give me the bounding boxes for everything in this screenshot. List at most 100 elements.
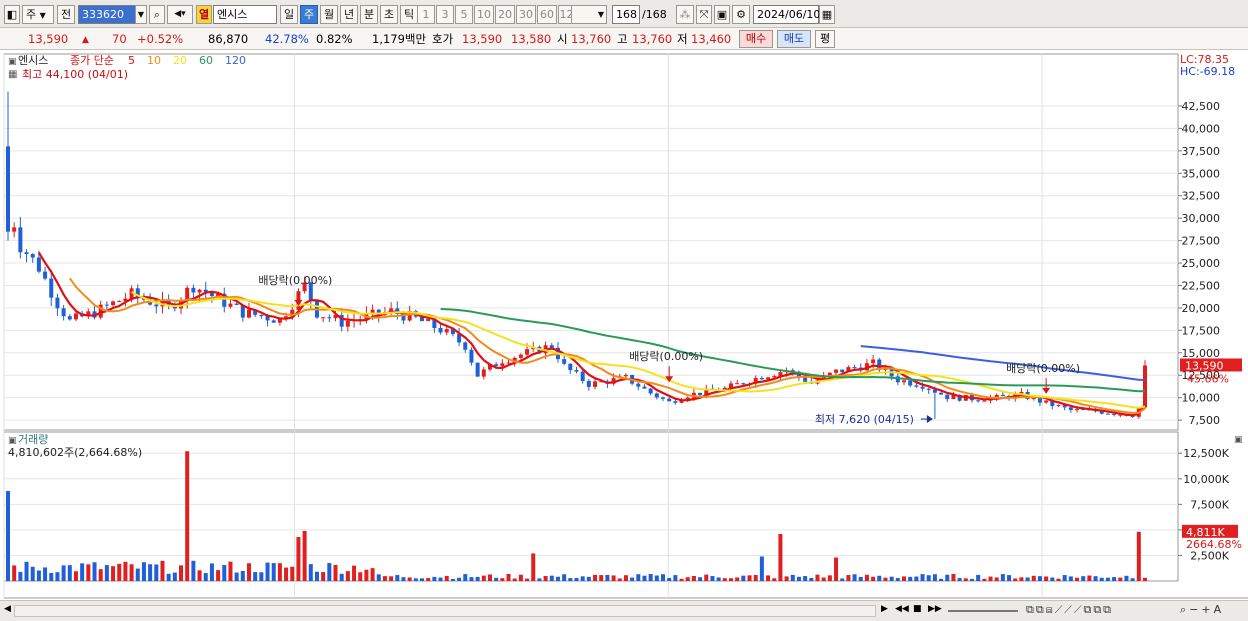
low-price: 13,460 [691, 32, 732, 46]
volume-bar [1112, 577, 1117, 581]
volume-bar [1143, 577, 1147, 581]
volume-bar [969, 578, 974, 581]
volume-bar [809, 578, 814, 581]
chart-grid: 42,500 40,000 37,500 35,000 32,500 30,000 27,5… [3, 53, 1248, 614]
volume-panel-frame [3, 431, 1179, 582]
dividend-label: 배당락(0.00%) [1006, 362, 1080, 375]
interval-button-5[interactable]: 5 [455, 5, 473, 24]
sell-button[interactable]: 매도 [777, 30, 811, 48]
candle-body [463, 342, 468, 350]
period-tab-3[interactable]: 년 [340, 5, 358, 24]
favorite-button[interactable]: 열 [196, 5, 212, 24]
candle-body [827, 372, 832, 376]
candle-body [197, 289, 202, 293]
calendar-icon[interactable]: ▦ [819, 5, 835, 24]
zoom-slider[interactable] [948, 610, 1018, 612]
window-icon[interactable]: ◧ [4, 5, 20, 24]
volume-bar [314, 571, 319, 581]
link-icon[interactable]: ⁂ [676, 5, 694, 24]
candle-body [12, 227, 17, 232]
candle-body [1112, 413, 1117, 415]
volume-bar [475, 576, 480, 581]
rewind-icon[interactable]: ◀◀ [895, 604, 909, 614]
scroll-right-icon[interactable]: ▶ [881, 604, 888, 614]
stock-name-field[interactable]: 엔시스 [213, 5, 277, 24]
volume-bar [36, 570, 41, 581]
scroll-left-icon[interactable]: ◀ [4, 604, 11, 614]
horizontal-scrollbar[interactable] [14, 605, 876, 617]
stock-code-input[interactable]: 333620 [78, 5, 136, 24]
up-arrow-icon: ▲ [82, 35, 89, 45]
candle-body [73, 313, 78, 320]
interval-button-20[interactable]: 20 [495, 5, 515, 24]
period-tab-4[interactable]: 분 [360, 5, 378, 24]
candle-body [475, 362, 480, 377]
volume-bar [1013, 578, 1018, 581]
buy-button[interactable]: 매수 [739, 30, 773, 48]
volume-bar [691, 575, 696, 581]
candle-body [246, 309, 251, 318]
stock-chart[interactable]: 42,500 40,000 37,500 35,000 32,500 30,000 27,5… [0, 50, 1248, 621]
period-tab-0[interactable]: 일 [280, 5, 298, 24]
volume-bar [1081, 576, 1086, 581]
period-tab-5[interactable]: 초 [380, 5, 398, 24]
volume-bar [389, 576, 394, 581]
chart-type-select[interactable]: 주 ▼ [22, 5, 54, 24]
candle-body [593, 381, 598, 387]
volume-bar [512, 578, 517, 581]
volume-bar [73, 571, 78, 581]
volume-bar [710, 576, 715, 581]
volume-bar [30, 566, 35, 581]
volume-bar [457, 577, 462, 581]
period-tab-2[interactable]: 월 [320, 5, 338, 24]
candle-body [1143, 365, 1147, 408]
volume-bar [617, 578, 622, 581]
zoom-tools-icon[interactable]: ⌕−+A [1180, 603, 1224, 617]
price-tick-label: 7,500 [1189, 414, 1221, 427]
count-input[interactable]: 168 [612, 5, 640, 24]
volume-bar [1124, 575, 1129, 581]
interval-button-10[interactable]: 10 [474, 5, 494, 24]
volume-bar [920, 574, 925, 581]
panel-menu-icon: ▣ [8, 57, 17, 67]
candle-body [61, 308, 66, 317]
forward-icon[interactable]: ▶▶ [928, 604, 942, 614]
save-icon[interactable]: ▣ [714, 5, 730, 24]
interval-button-60[interactable]: 60 [537, 5, 557, 24]
volume-tick-label: 2,500K [1190, 549, 1229, 562]
interval-dropdown[interactable]: ▼ [571, 5, 607, 24]
stop-icon[interactable]: ■ [913, 604, 922, 614]
candle-body [654, 393, 659, 398]
volume-bar [568, 578, 573, 581]
volume-bar [759, 556, 764, 581]
chart-area[interactable]: 42,500 40,000 37,500 35,000 32,500 30,000 27,5… [0, 50, 1248, 621]
speaker-icon[interactable]: ◀▾ [167, 5, 193, 24]
volume-bar [172, 572, 177, 581]
volume-bar [902, 576, 907, 581]
gear-icon[interactable]: ⚙ [732, 5, 750, 24]
volume-bar [444, 575, 449, 581]
interval-button-3[interactable]: 3 [436, 5, 454, 24]
prev-button[interactable]: 전 [57, 5, 75, 24]
period-tab-6[interactable]: 틱 [400, 5, 418, 24]
interval-button-30[interactable]: 30 [516, 5, 536, 24]
drawing-tools-icon[interactable]: ⧉⧉⧈⟋⟋⟋⧉⧉⧉ [1026, 603, 1113, 617]
period-tab-1[interactable]: 주 [300, 5, 318, 24]
search-icon[interactable]: ⌕ [149, 5, 165, 24]
current-volume-pct: 2664.68% [1186, 538, 1242, 551]
volume-bar [636, 574, 641, 581]
volume-bar [179, 565, 184, 581]
code-dropdown-icon[interactable]: ▼ [135, 5, 147, 24]
candle-body [648, 388, 653, 394]
avg-button[interactable]: 평 [815, 30, 835, 48]
date-input[interactable]: 2024/06/10 [753, 5, 820, 24]
interval-button-1[interactable]: 1 [417, 5, 435, 24]
volume-bar [43, 567, 48, 581]
volume-bar [827, 575, 832, 581]
volume-bar [821, 577, 826, 581]
volume-bar [370, 568, 375, 581]
price-tick-label: 25,000 [1182, 257, 1221, 270]
cross-icon[interactable]: ⤧ [696, 5, 712, 24]
bid-price: 13,580 [511, 32, 552, 46]
candle-body [772, 376, 777, 378]
